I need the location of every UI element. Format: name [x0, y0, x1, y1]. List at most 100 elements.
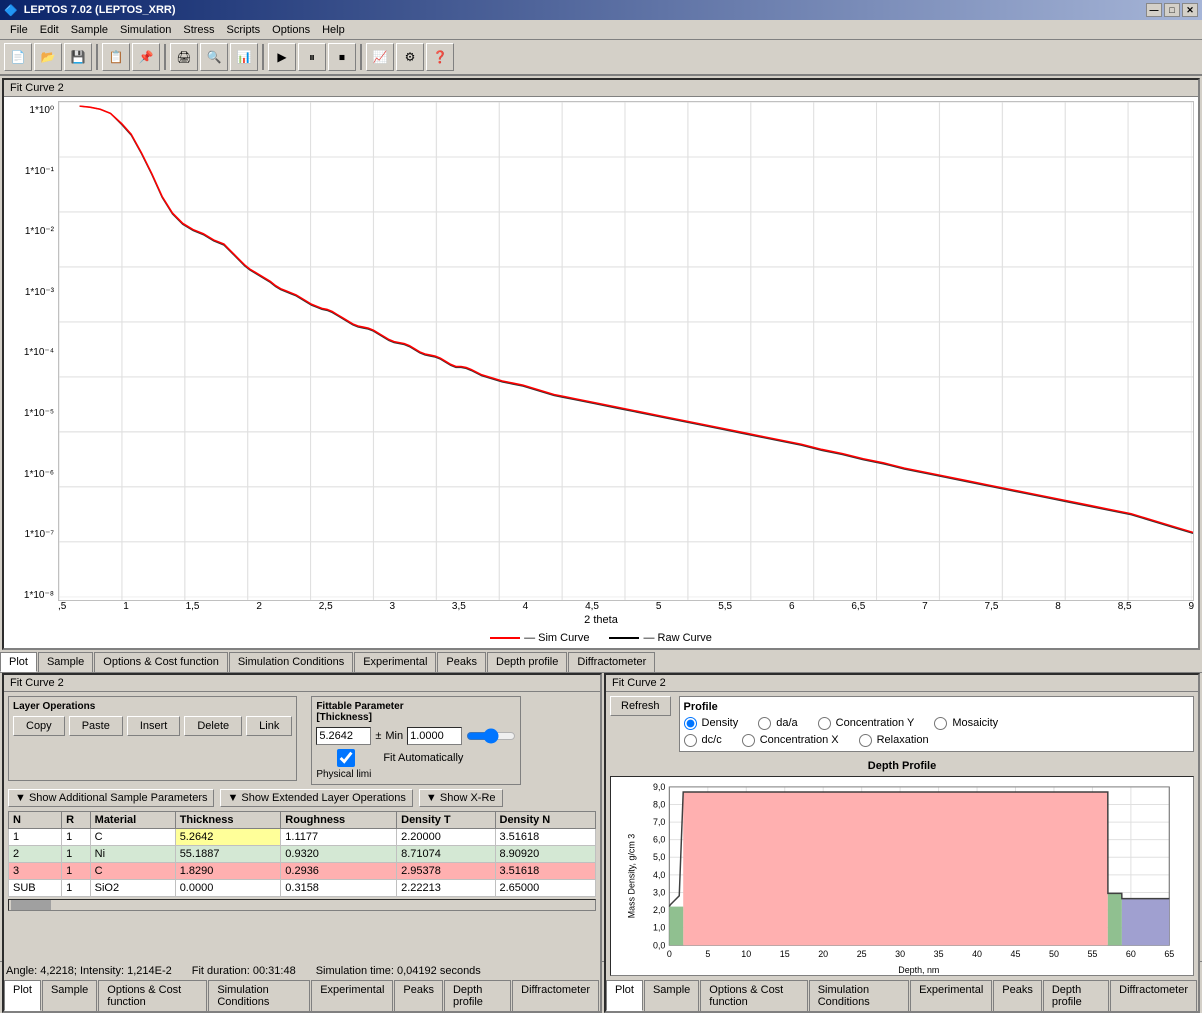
- toolbar-pause[interactable]: ⏸: [298, 43, 326, 71]
- left-tab-plot[interactable]: Plot: [4, 980, 41, 1011]
- left-tab-exp[interactable]: Experimental: [311, 980, 393, 1011]
- radio-mosaicity-label: Mosaicity: [952, 717, 998, 729]
- radio-conc-x-input[interactable]: [742, 734, 755, 747]
- right-tab-plot[interactable]: Plot: [606, 980, 643, 1011]
- show-xre-btn[interactable]: ▼ Show X-Re: [419, 789, 503, 807]
- cell-density-t[interactable]: 2.20000: [397, 828, 495, 845]
- toolbar-open[interactable]: 📂: [34, 43, 62, 71]
- cell-density-t[interactable]: 2.22213: [397, 879, 495, 896]
- fit-auto-checkbox[interactable]: [316, 749, 376, 767]
- tab-experimental[interactable]: Experimental: [354, 652, 436, 672]
- cell-roughness[interactable]: 1.1177: [281, 828, 397, 845]
- toolbar-paste[interactable]: 📌: [132, 43, 160, 71]
- toolbar-preview[interactable]: 🔍: [200, 43, 228, 71]
- min-value-input[interactable]: [407, 727, 462, 745]
- toolbar-settings[interactable]: ⚙: [396, 43, 424, 71]
- app-icon: 🔷: [4, 4, 18, 17]
- toolbar-save[interactable]: 💾: [64, 43, 92, 71]
- right-tab-sample[interactable]: Sample: [644, 980, 699, 1011]
- radio-dcc-input[interactable]: [684, 734, 697, 747]
- cell-thickness[interactable]: 1.8290: [175, 862, 281, 879]
- cell-thickness[interactable]: 0.0000: [175, 879, 281, 896]
- toolbar-print[interactable]: 🖨: [170, 43, 198, 71]
- toolbar-help[interactable]: ❓: [426, 43, 454, 71]
- show-extended-btn[interactable]: ▼ Show Extended Layer Operations: [220, 789, 412, 807]
- refresh-button[interactable]: Refresh: [610, 696, 671, 716]
- radio-density-input[interactable]: [684, 717, 697, 730]
- right-tab-sim[interactable]: Simulation Conditions: [809, 980, 909, 1011]
- left-tab-depth[interactable]: Depth profile: [444, 980, 511, 1011]
- right-panel: Fit Curve 2 Refresh Profile Density: [604, 673, 1200, 1013]
- radio-mosaicity-input[interactable]: [934, 717, 947, 730]
- cell-density-n[interactable]: 3.51618: [495, 862, 596, 879]
- link-button[interactable]: Link: [246, 716, 292, 736]
- left-tab-sim[interactable]: Simulation Conditions: [208, 980, 310, 1011]
- toolbar-run[interactable]: ▶: [268, 43, 296, 71]
- title-bar-buttons: — □ ✕: [1146, 3, 1198, 17]
- menu-stress[interactable]: Stress: [177, 22, 220, 38]
- right-tab-depth[interactable]: Depth profile: [1043, 980, 1109, 1011]
- right-tab-peaks[interactable]: Peaks: [993, 980, 1042, 1011]
- radio-relaxation-input[interactable]: [859, 734, 872, 747]
- tab-plot[interactable]: Plot: [0, 652, 37, 672]
- left-tab-diff[interactable]: Diffractometer: [512, 980, 599, 1011]
- fit-param-row2: Fit Automatically: [316, 749, 516, 767]
- minimize-button[interactable]: —: [1146, 3, 1162, 17]
- x-axis-label-0: 0: [667, 949, 672, 959]
- toolbar-stop[interactable]: ⏹: [328, 43, 356, 71]
- fit-slider[interactable]: [466, 727, 516, 745]
- col-roughness: Roughness: [281, 811, 397, 828]
- tab-options-cost[interactable]: Options & Cost function: [94, 652, 228, 672]
- delete-button[interactable]: Delete: [184, 716, 242, 736]
- menu-edit[interactable]: Edit: [34, 22, 65, 38]
- radio-daa-input[interactable]: [758, 717, 771, 730]
- cell-material[interactable]: C: [90, 862, 175, 879]
- cell-density-t[interactable]: 2.95378: [397, 862, 495, 879]
- menu-help[interactable]: Help: [316, 22, 351, 38]
- cell-density-n[interactable]: 8.90920: [495, 845, 596, 862]
- cell-density-n[interactable]: 2.65000: [495, 879, 596, 896]
- menu-sample[interactable]: Sample: [65, 22, 114, 38]
- menu-options[interactable]: Options: [266, 22, 316, 38]
- tab-sample[interactable]: Sample: [38, 652, 93, 672]
- table-scrollbar[interactable]: [8, 899, 596, 911]
- copy-button[interactable]: Copy: [13, 716, 65, 736]
- insert-button[interactable]: Insert: [127, 716, 181, 736]
- maximize-button[interactable]: □: [1164, 3, 1180, 17]
- menu-file[interactable]: File: [4, 22, 34, 38]
- cell-material[interactable]: SiO2: [90, 879, 175, 896]
- right-tab-exp[interactable]: Experimental: [910, 980, 992, 1011]
- close-button[interactable]: ✕: [1182, 3, 1198, 17]
- cell-roughness[interactable]: 0.9320: [281, 845, 397, 862]
- toolbar-fit[interactable]: 📈: [366, 43, 394, 71]
- cell-roughness[interactable]: 0.2936: [281, 862, 397, 879]
- cell-thickness[interactable]: 55.1887: [175, 845, 281, 862]
- cell-density-n[interactable]: 3.51618: [495, 828, 596, 845]
- paste-button[interactable]: Paste: [69, 716, 123, 736]
- menu-scripts[interactable]: Scripts: [221, 22, 267, 38]
- cell-roughness[interactable]: 0.3158: [281, 879, 397, 896]
- tab-sim-conditions[interactable]: Simulation Conditions: [229, 652, 353, 672]
- right-tab-options[interactable]: Options & Cost function: [700, 980, 807, 1011]
- left-tab-peaks[interactable]: Peaks: [394, 980, 443, 1011]
- cell-density-t[interactable]: 8.71074: [397, 845, 495, 862]
- toolbar-copy[interactable]: 📋: [102, 43, 130, 71]
- left-tab-options[interactable]: Options & Cost function: [98, 980, 207, 1011]
- y-label-7: 1*10⁻⁷: [8, 529, 54, 540]
- toolbar-export[interactable]: 📊: [230, 43, 258, 71]
- col-thickness: Thickness: [175, 811, 281, 828]
- fit-param-value[interactable]: [316, 727, 371, 745]
- cell-material[interactable]: C: [90, 828, 175, 845]
- right-tab-diff[interactable]: Diffractometer: [1110, 980, 1197, 1011]
- left-tab-sample[interactable]: Sample: [42, 980, 97, 1011]
- tab-depth-profile[interactable]: Depth profile: [487, 652, 567, 672]
- cell-material[interactable]: Ni: [90, 845, 175, 862]
- menu-simulation[interactable]: Simulation: [114, 22, 177, 38]
- y-axis-title: Mass Density, g/cm 3: [627, 834, 637, 919]
- toolbar-new[interactable]: 📄: [4, 43, 32, 71]
- radio-conc-y-input[interactable]: [818, 717, 831, 730]
- cell-thickness[interactable]: 5.2642: [175, 828, 281, 845]
- tab-peaks[interactable]: Peaks: [437, 652, 486, 672]
- tab-diffractometer[interactable]: Diffractometer: [568, 652, 655, 672]
- show-additional-btn[interactable]: ▼ Show Additional Sample Parameters: [8, 789, 214, 807]
